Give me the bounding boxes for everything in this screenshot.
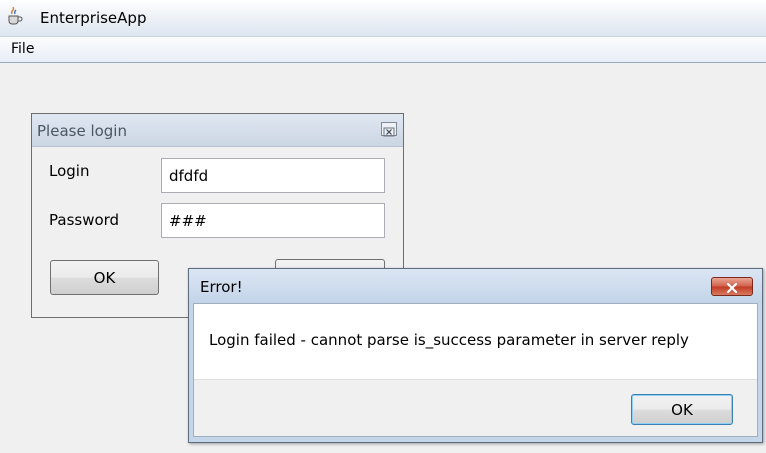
error-ok-button[interactable]: OK — [631, 394, 733, 425]
password-label: Password — [49, 211, 120, 229]
menu-bar: File — [0, 37, 766, 63]
menu-file[interactable]: File — [11, 40, 34, 58]
close-icon — [383, 127, 395, 137]
error-message: Login failed - cannot parse is_success p… — [209, 331, 689, 349]
login-input[interactable] — [161, 158, 385, 193]
error-title-bar[interactable]: Error! — [189, 269, 762, 303]
app-title: EnterpriseApp — [40, 9, 147, 27]
app-title-bar: EnterpriseApp — [0, 0, 766, 37]
login-title-bar[interactable]: Please login — [32, 114, 403, 147]
close-icon — [726, 282, 738, 294]
error-close-button[interactable] — [711, 277, 753, 296]
error-footer: OK — [194, 379, 757, 436]
login-close-button[interactable] — [381, 122, 397, 137]
login-ok-button[interactable]: OK — [50, 260, 159, 295]
login-dialog-title: Please login — [37, 122, 127, 140]
password-input[interactable] — [161, 203, 385, 238]
login-label: Login — [49, 162, 90, 180]
error-dialog: Error! Login failed - cannot parse is_su… — [188, 268, 763, 443]
error-body: Login failed - cannot parse is_success p… — [193, 303, 758, 437]
error-dialog-title: Error! — [200, 278, 243, 296]
java-app-icon — [5, 6, 25, 27]
